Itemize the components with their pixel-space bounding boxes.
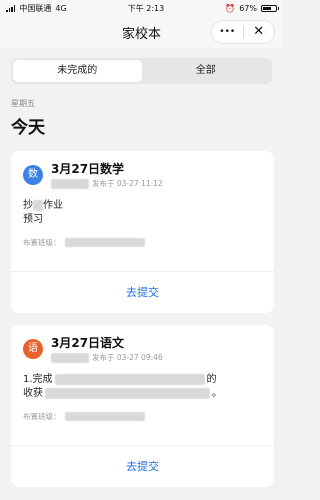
carrier-label: 中国联通 (19, 3, 52, 13)
content-redacted (33, 199, 43, 211)
miniprogram-capsule: ••• ✕ (211, 20, 275, 44)
filter-tabs: 未完成的 全部 (11, 58, 272, 84)
homework-content: 1.完成 的 收获 。 (11, 363, 274, 401)
close-button[interactable]: ✕ (244, 21, 275, 43)
battery-icon (261, 4, 279, 12)
assigned-class-label: 布置班级： (23, 238, 61, 247)
content-fragment: 收获 (23, 388, 43, 399)
weekday-label: 星期五 (11, 99, 35, 108)
assigned-class-row: 布置班级： (11, 227, 274, 248)
battery-percent: 67% (239, 3, 257, 13)
assigned-class-label: 布置班级： (23, 412, 61, 421)
content-fragment: 抄 (23, 200, 33, 211)
clock: 下午 2:13 (127, 3, 165, 13)
content-fragment: 1.完成 (23, 374, 53, 385)
submit-button[interactable]: 去提交 (11, 271, 274, 313)
subject-badge-chinese: 语 (23, 339, 43, 359)
alarm-icon: ⏰ (225, 3, 236, 13)
day-heading: 今天 (11, 118, 45, 138)
publish-meta: 发布于 03-27 09:46 (51, 352, 163, 363)
subject-badge-math: 数 (23, 165, 43, 185)
homework-title: 3月27日语文 (51, 336, 125, 350)
tab-unfinished[interactable]: 未完成的 (13, 60, 142, 82)
class-name-redacted (64, 238, 145, 247)
content-redacted (54, 373, 205, 385)
content-fragment: 。 (212, 388, 222, 399)
page-title: 家校本 (121, 26, 161, 42)
signal-icon (6, 5, 16, 12)
homework-card-math[interactable]: 数 3月27日数学 发布于 03-27 11:12 抄作业 预习 布置班级： 去… (11, 151, 274, 313)
publish-time: 发布于 03-27 09:46 (92, 353, 163, 362)
homework-title: 3月27日数学 (51, 162, 125, 176)
homework-card-chinese[interactable]: 语 3月27日语文 发布于 03-27 09:46 1.完成 的 收获 。 布置班级… (11, 325, 274, 487)
content-fragment: 的 (206, 374, 217, 385)
network-label: 4G (55, 3, 67, 13)
more-button[interactable]: ••• (212, 21, 243, 43)
content-fragment: 作业 (43, 200, 63, 211)
content-fragment: 预 (23, 214, 33, 225)
publish-meta: 发布于 03-27 11:12 (51, 178, 163, 189)
tab-all[interactable]: 全部 (142, 60, 271, 82)
class-name-redacted (64, 412, 145, 421)
submit-button[interactable]: 去提交 (11, 445, 274, 487)
content-fragment: 习 (33, 214, 43, 225)
nav-bar: 家校本 ••• ✕ (0, 16, 283, 48)
publish-time: 发布于 03-27 11:12 (92, 179, 163, 188)
assigned-class-row: 布置班级： (11, 401, 274, 422)
status-bar: 中国联通 4G 下午 2:13 ⏰ 67% (0, 0, 283, 16)
homework-content: 抄作业 预习 (11, 189, 274, 227)
teacher-name-redacted (51, 352, 89, 363)
teacher-name-redacted (51, 178, 89, 189)
content-redacted (45, 387, 210, 399)
